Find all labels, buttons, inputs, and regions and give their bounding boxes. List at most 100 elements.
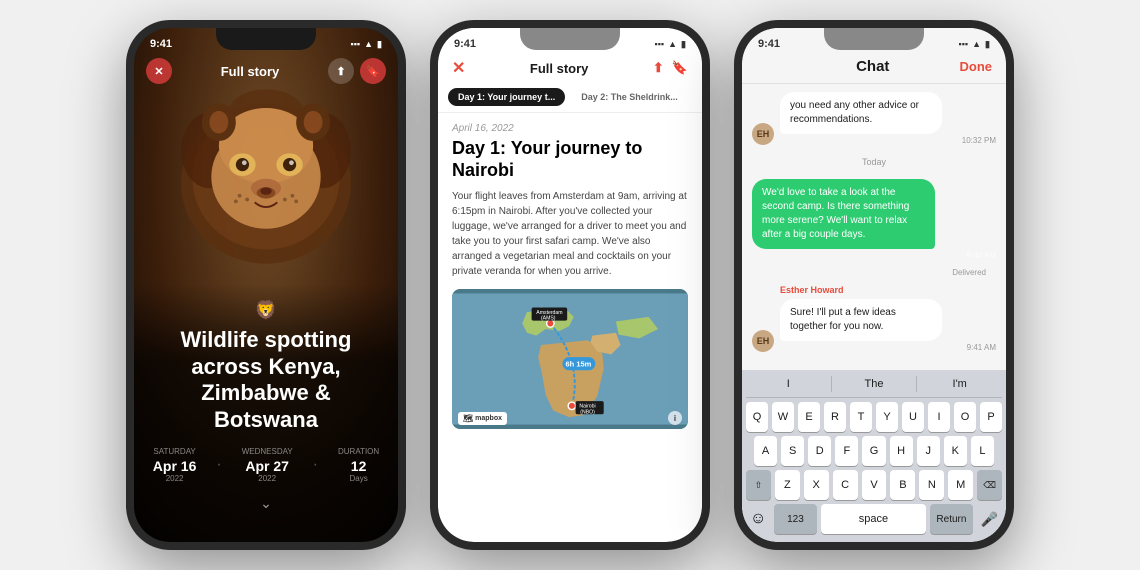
wifi-icon: ▲ bbox=[364, 39, 373, 49]
story-dates: Saturday Apr 16 2022 · Wednesday Apr 27 … bbox=[150, 447, 382, 483]
end-date-group: Wednesday Apr 27 2022 bbox=[242, 447, 293, 483]
key-n[interactable]: N bbox=[919, 470, 944, 500]
tab-day3[interactable]: Day ... bbox=[694, 88, 702, 106]
key-g[interactable]: G bbox=[862, 436, 885, 466]
start-label: Saturday bbox=[153, 447, 197, 456]
tab-day2[interactable]: Day 2: The Sheldrink... bbox=[571, 88, 688, 106]
key-a[interactable]: A bbox=[754, 436, 777, 466]
key-backspace[interactable]: ⌫ bbox=[977, 470, 1002, 500]
today-divider: Today bbox=[752, 157, 996, 167]
key-h[interactable]: H bbox=[890, 436, 913, 466]
key-k[interactable]: K bbox=[944, 436, 967, 466]
key-j[interactable]: J bbox=[917, 436, 940, 466]
close-button-2[interactable]: ✕ bbox=[452, 58, 465, 78]
sender-name-esther: Esther Howard bbox=[752, 285, 996, 295]
tab-day1[interactable]: Day 1: Your journey t... bbox=[448, 88, 565, 106]
keyboard-bottom-row: ☺ 123 space Return 🎤 bbox=[746, 504, 1002, 534]
phone1-content: 🦁 Wildlife spotting across Kenya, Zimbab… bbox=[134, 284, 398, 542]
tabs-bar: Day 1: Your journey t... Day 2: The Shel… bbox=[438, 84, 702, 112]
svg-text:6h 15m: 6h 15m bbox=[566, 360, 592, 369]
start-date-group: Saturday Apr 16 2022 bbox=[153, 447, 197, 483]
battery-icon-2: ▮ bbox=[681, 39, 686, 50]
notch-3 bbox=[824, 28, 924, 50]
keyboard-suggestions: I The I'm bbox=[746, 376, 1002, 398]
key-return[interactable]: Return bbox=[930, 504, 972, 534]
start-year: 2022 bbox=[153, 474, 197, 483]
key-space[interactable]: space bbox=[821, 504, 927, 534]
keyboard-row-2: A S D F G H J K L bbox=[746, 436, 1002, 466]
phone2-body: April 16, 2022 Day 1: Your journey to Na… bbox=[438, 113, 702, 537]
emoji-button[interactable]: ☺ bbox=[750, 510, 766, 528]
battery-icon: ▮ bbox=[377, 39, 382, 50]
key-v[interactable]: V bbox=[862, 470, 887, 500]
done-button[interactable]: Done bbox=[960, 59, 993, 74]
share-button-1[interactable]: ⬆ bbox=[328, 58, 354, 84]
key-z[interactable]: Z bbox=[775, 470, 800, 500]
key-c[interactable]: C bbox=[833, 470, 858, 500]
duration-value: 12 bbox=[338, 458, 379, 474]
map-svg: 6h 15m Amsterdam (AMS) Nairobi (NBO) bbox=[452, 289, 688, 429]
key-t[interactable]: T bbox=[850, 402, 872, 432]
key-u[interactable]: U bbox=[902, 402, 924, 432]
key-l[interactable]: L bbox=[971, 436, 994, 466]
nav-actions-2: ⬆ 🔖 bbox=[653, 60, 688, 76]
key-shift[interactable]: ⇧ bbox=[746, 470, 771, 500]
key-i[interactable]: I bbox=[928, 402, 950, 432]
key-123[interactable]: 123 bbox=[774, 504, 816, 534]
close-button-1[interactable]: ✕ bbox=[146, 58, 172, 84]
microphone-icon[interactable]: 🎤 bbox=[981, 511, 998, 528]
mapbox-badge: 🗺 mapbox bbox=[458, 412, 507, 425]
key-x[interactable]: X bbox=[804, 470, 829, 500]
story-icon: 🦁 bbox=[150, 300, 382, 321]
key-b[interactable]: B bbox=[890, 470, 915, 500]
bubble-1: you need any other advice or recommendat… bbox=[780, 92, 942, 134]
key-q[interactable]: Q bbox=[746, 402, 768, 432]
key-w[interactable]: W bbox=[772, 402, 794, 432]
signal-icon-3: ▪▪▪ bbox=[959, 39, 969, 49]
bookmark-button-1[interactable]: 🔖 bbox=[360, 58, 386, 84]
phone2-nav: ✕ Full story ⬆ 🔖 bbox=[438, 56, 702, 84]
key-e[interactable]: E bbox=[798, 402, 820, 432]
article-body: Your flight leaves from Amsterdam at 9am… bbox=[452, 189, 688, 279]
phone-3: 9:41 ▪▪▪ ▲ ▮ Chat Done EH bbox=[734, 20, 1014, 550]
phone-1: 9:41 ▪▪▪ ▲ ▮ ✕ Full story ⬆ 🔖 bbox=[126, 20, 406, 550]
suggest-1[interactable]: I bbox=[746, 376, 832, 392]
wifi-icon-2: ▲ bbox=[668, 39, 677, 49]
svg-text:(AMS): (AMS) bbox=[541, 316, 556, 322]
duration-label: Duration bbox=[338, 447, 379, 456]
status-icons-2: ▪▪▪ ▲ ▮ bbox=[655, 39, 686, 50]
map-container: 6h 15m Amsterdam (AMS) Nairobi (NBO) 🗺 bbox=[452, 289, 688, 429]
end-year: 2022 bbox=[242, 474, 293, 483]
chat-title: Chat bbox=[856, 58, 889, 75]
avatar-2: EH bbox=[752, 330, 774, 352]
key-p[interactable]: P bbox=[980, 402, 1002, 432]
time-msg-1: 10:32 PM bbox=[780, 136, 996, 145]
key-f[interactable]: F bbox=[835, 436, 858, 466]
phone2-title: Full story bbox=[530, 61, 589, 76]
suggest-3[interactable]: I'm bbox=[917, 376, 1002, 392]
time-2: 9:41 bbox=[454, 38, 476, 50]
share-button-2[interactable]: ⬆ bbox=[653, 60, 664, 76]
svg-text:(NBO): (NBO) bbox=[580, 410, 595, 416]
bookmark-button-2[interactable]: 🔖 bbox=[672, 60, 688, 76]
suggest-2[interactable]: The bbox=[832, 376, 918, 392]
bubble-3: Sure! I'll put a few ideas together for … bbox=[780, 299, 942, 341]
key-m[interactable]: M bbox=[948, 470, 973, 500]
key-o[interactable]: O bbox=[954, 402, 976, 432]
start-date: Apr 16 bbox=[153, 458, 197, 474]
wifi-icon-3: ▲ bbox=[972, 39, 981, 49]
time-3: 9:41 bbox=[758, 38, 780, 50]
key-d[interactable]: D bbox=[808, 436, 831, 466]
phones-container: 9:41 ▪▪▪ ▲ ▮ ✕ Full story ⬆ 🔖 bbox=[106, 0, 1034, 570]
key-s[interactable]: S bbox=[781, 436, 804, 466]
phone1-title: Full story bbox=[221, 64, 280, 79]
key-r[interactable]: R bbox=[824, 402, 846, 432]
mapbox-label: mapbox bbox=[475, 415, 502, 422]
chevron-down-icon: ⌄ bbox=[150, 495, 382, 512]
message-row-3: EH Sure! I'll put a few ideas together f… bbox=[752, 299, 996, 352]
keyboard-row-3: ⇧ Z X C V B N M ⌫ bbox=[746, 470, 1002, 500]
time-msg-2: 9:40 AM bbox=[752, 251, 996, 260]
key-y[interactable]: Y bbox=[876, 402, 898, 432]
message-bubble-1: you need any other advice or recommendat… bbox=[780, 92, 996, 145]
phone-2-screen: 9:41 ▪▪▪ ▲ ▮ ✕ Full story ⬆ 🔖 bbox=[438, 28, 702, 542]
